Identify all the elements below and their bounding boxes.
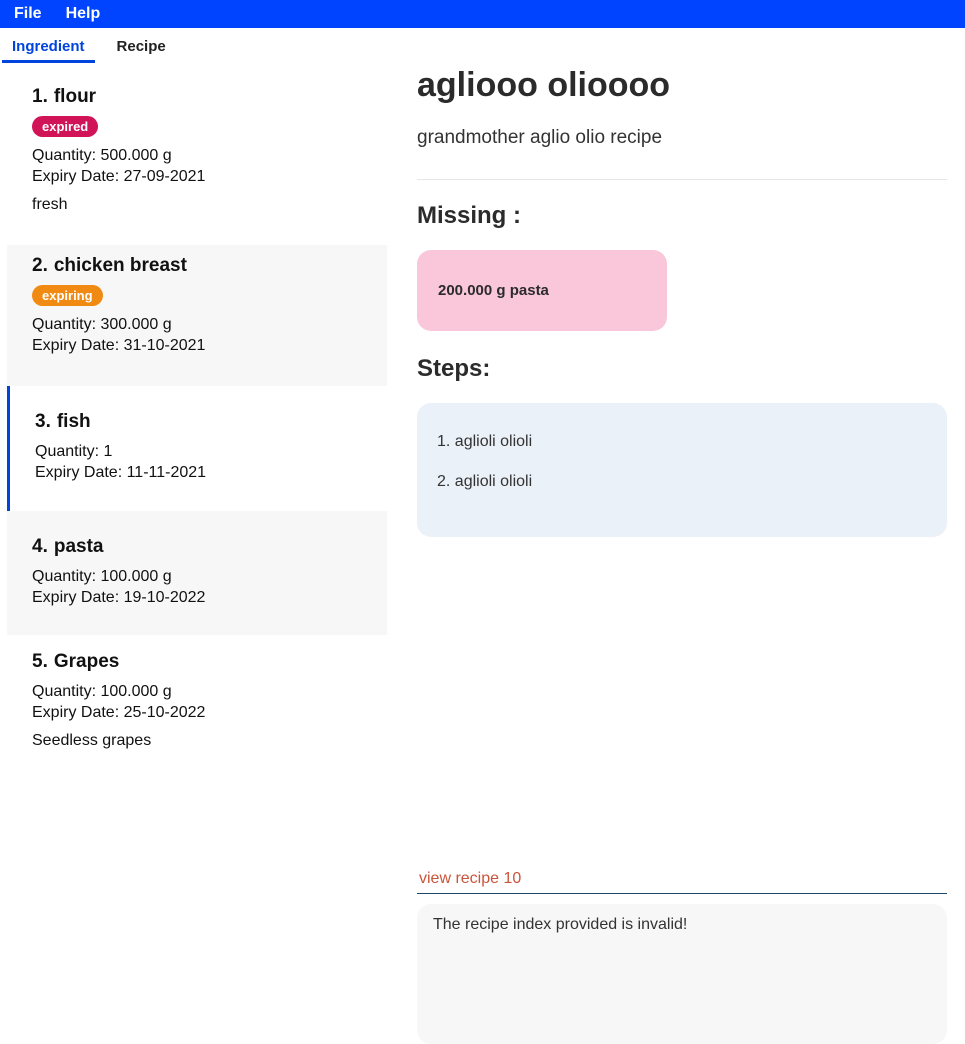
result-display: The recipe index provided is invalid! (417, 904, 947, 1044)
ingredient-title: 4. pasta (32, 536, 104, 557)
ingredient-card-pasta[interactable]: 4. pasta Quantity: 100.000 g Expiry Date:… (7, 511, 387, 635)
recipe-detail-panel: agliooo olioooo grandmother aglio olio r… (417, 64, 947, 537)
step-item: 2. aglioli olioli (437, 473, 533, 490)
tab-recipe[interactable]: Recipe (107, 34, 176, 63)
ingredient-quantity: Quantity: 1 (35, 443, 113, 460)
ingredient-card-fish[interactable]: 3. fish Quantity: 1 Expiry Date: 11-11-20… (7, 386, 387, 511)
missing-ingredient-item: 200.000 g pasta (417, 250, 667, 331)
ingredient-title: 2. chicken breast (32, 255, 187, 276)
ingredient-title: 5. Grapes (32, 651, 120, 672)
ingredient-expiry: Expiry Date: 11-11-2021 (35, 464, 207, 481)
divider (417, 179, 947, 180)
ingredient-expiry: Expiry Date: 31-10-2021 (32, 337, 206, 354)
step-item: 1. aglioli olioli (437, 433, 533, 450)
ingredient-quantity: Quantity: 500.000 g (32, 147, 172, 164)
ingredient-title: 1. flour (32, 86, 97, 107)
ingredient-card-flour[interactable]: 1. flour expired Quantity: 500.000 g Expi… (7, 76, 387, 245)
missing-heading: Missing : (417, 202, 522, 229)
expiring-badge: expiring (32, 285, 103, 306)
menu-help[interactable]: Help (44, 5, 101, 23)
ingredient-quantity: Quantity: 300.000 g (32, 316, 172, 333)
ingredient-card-grapes[interactable]: 5. Grapes Quantity: 100.000 g Expiry Date… (7, 635, 387, 775)
ingredient-list: 1. flour expired Quantity: 500.000 g Expi… (7, 76, 387, 775)
menu-file[interactable]: File (0, 5, 42, 23)
tab-ingredient[interactable]: Ingredient (2, 34, 95, 63)
recipe-title: agliooo olioooo (417, 66, 671, 104)
command-box (417, 865, 947, 894)
ingredient-title: 3. fish (35, 411, 91, 432)
ingredient-quantity: Quantity: 100.000 g (32, 568, 172, 585)
recipe-description: grandmother aglio olio recipe (417, 127, 663, 148)
ingredient-card-chicken-breast[interactable]: 2. chicken breast expiring Quantity: 300.… (7, 245, 387, 386)
ingredient-quantity: Quantity: 100.000 g (32, 683, 172, 700)
ingredient-description: fresh (32, 196, 68, 213)
steps-heading: Steps: (417, 355, 491, 382)
ingredient-expiry: Expiry Date: 19-10-2022 (32, 589, 206, 606)
ingredient-expiry: Expiry Date: 27-09-2021 (32, 168, 206, 185)
tab-bar: Ingredient Recipe (2, 34, 176, 64)
command-input[interactable] (417, 870, 947, 888)
steps-list: 1. aglioli olioli 2. aglioli olioli (417, 403, 947, 537)
ingredient-description: Seedless grapes (32, 732, 152, 749)
menu-bar: File Help (0, 0, 965, 28)
ingredient-expiry: Expiry Date: 25-10-2022 (32, 704, 206, 721)
expired-badge: expired (32, 116, 99, 137)
